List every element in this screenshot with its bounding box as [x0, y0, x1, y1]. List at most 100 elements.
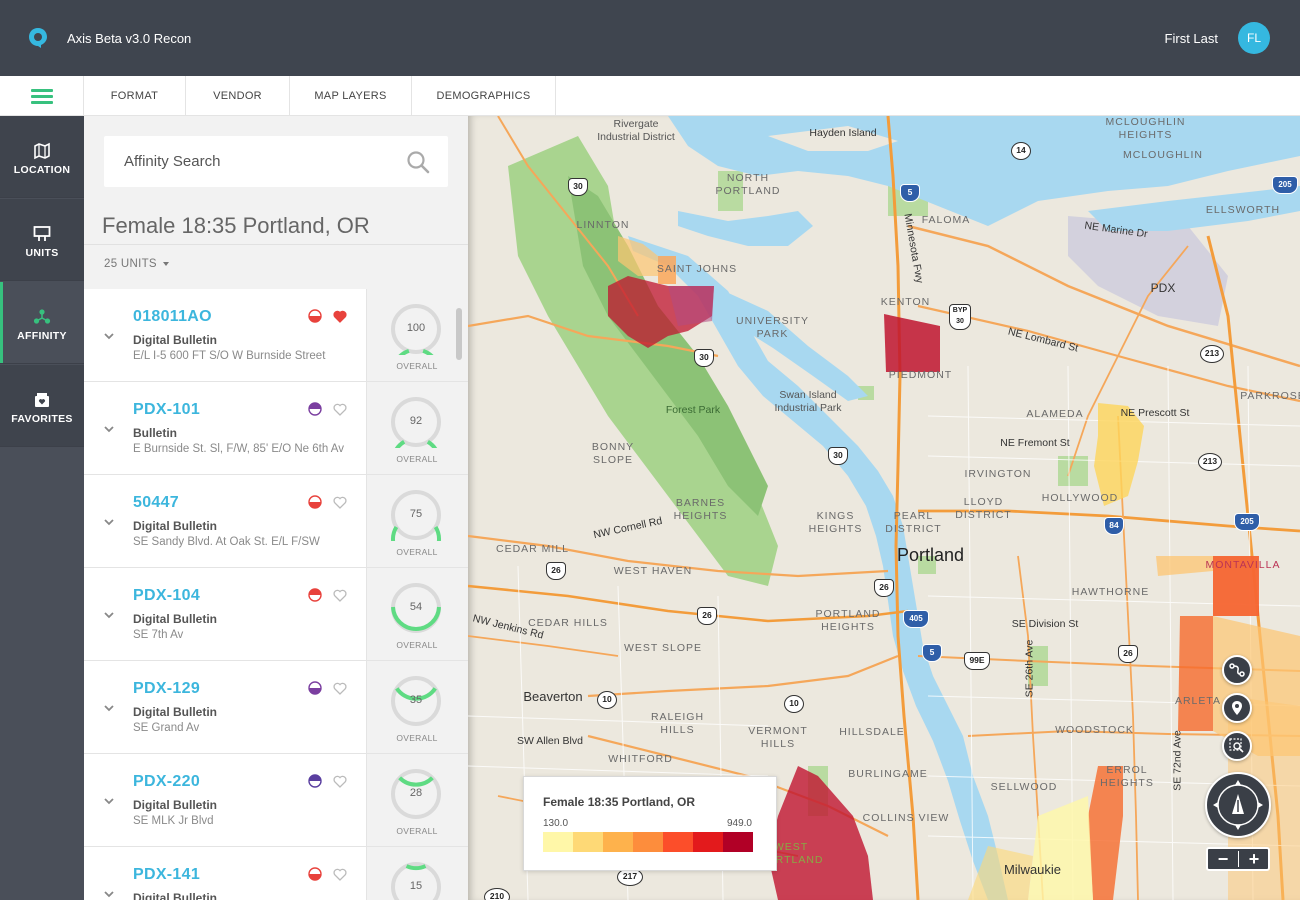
map-label: VERMONT HILLS	[748, 725, 808, 750]
heart-icon[interactable]	[333, 775, 347, 788]
unit-id[interactable]: PDX-129	[133, 680, 200, 698]
unit-id[interactable]: 50447	[133, 494, 179, 512]
caret-down-icon	[162, 261, 169, 266]
units-count-dropdown[interactable]: 25 UNITS	[104, 258, 169, 270]
zoom-out-button[interactable]: −	[1208, 849, 1238, 869]
format-type-icon	[308, 867, 322, 881]
score-label: OVERALL	[396, 826, 438, 836]
highway-shield: 210	[484, 888, 510, 900]
hamburger-icon	[31, 101, 53, 104]
map-label: Forest Park	[665, 404, 721, 416]
menu-demographics[interactable]: DEMOGRAPHICS	[412, 76, 556, 116]
highway-shield: 14	[1011, 142, 1031, 160]
list-item[interactable]: 018011AO Digital Bulletin E/L I-5 600 FT S…	[84, 289, 468, 382]
chevron-down-icon[interactable]	[104, 889, 114, 899]
logo-icon[interactable]	[28, 27, 48, 49]
hamburger-menu-button[interactable]	[0, 76, 84, 116]
chevron-down-icon[interactable]	[104, 424, 114, 434]
map-label: BONNY SLOPE	[591, 441, 635, 466]
highway-shield: 26	[874, 579, 894, 597]
heart-icon[interactable]	[333, 310, 347, 323]
area-search-button[interactable]	[1222, 731, 1252, 761]
highway-shield: 213	[1200, 345, 1224, 363]
legend-min: 130.0	[543, 818, 569, 829]
heart-icon[interactable]	[333, 868, 347, 881]
legend-swatch	[693, 832, 723, 852]
chevron-down-icon[interactable]	[104, 331, 114, 341]
map-label: BARNES HEIGHTS	[673, 497, 728, 522]
score-cell: 15OVERALL	[366, 847, 468, 900]
list-item[interactable]: PDX-101 Bulletin E Burnside St. Sl, F/W, 8…	[84, 382, 468, 475]
map-label: MONTAVILLA	[1205, 559, 1281, 571]
location-pin-icon	[1232, 701, 1242, 715]
map-label: ALAMEDA	[1026, 408, 1084, 420]
scrollbar[interactable]	[456, 308, 462, 360]
unit-id[interactable]: PDX-220	[133, 773, 200, 791]
zoom-in-button[interactable]: +	[1239, 849, 1269, 869]
unit-id[interactable]: PDX-101	[133, 401, 200, 419]
sidebar-item-affinity[interactable]: AFFINITY	[0, 282, 84, 364]
list-item[interactable]: PDX-220 Digital Bulletin SE MLK Jr Blvd 28 O…	[84, 754, 468, 847]
sidebar-item-location[interactable]: LOCATION	[0, 116, 84, 198]
heart-icon[interactable]	[333, 682, 347, 695]
score-cell: 28 OVERALL	[366, 754, 468, 846]
map-label: SAINT JOHNS	[656, 263, 738, 275]
unit-location: E Burnside St. Sl, F/W, 85' E/O Ne 6th A…	[133, 443, 344, 455]
map-label: NE Prescott St	[1120, 407, 1190, 419]
format-type-icon	[308, 495, 322, 509]
menu-map-layers[interactable]: MAP LAYERS	[290, 76, 412, 116]
user-name[interactable]: First Last	[1165, 31, 1218, 46]
heart-icon[interactable]	[333, 589, 347, 602]
map-label: HILLSDALE	[839, 726, 905, 738]
map-label: Swan Island Industrial Park	[774, 389, 842, 414]
list-item[interactable]: PDX-129 Digital Bulletin SE Grand Av 35 OVER…	[84, 661, 468, 754]
search-input[interactable]	[124, 136, 394, 187]
map-label: NE Fremont St	[1000, 437, 1070, 449]
unit-location: SE Sandy Blvd. At Oak St. E/L F/SW	[133, 536, 320, 548]
chevron-down-icon[interactable]	[104, 796, 114, 806]
map-view[interactable]: Rivergate Industrial District Hayden Isl…	[468, 116, 1300, 900]
highway-shield: 30	[828, 447, 848, 465]
heart-icon[interactable]	[333, 496, 347, 509]
search-box	[104, 136, 448, 187]
highway-shield: 405	[903, 610, 929, 628]
map-label: MCLOUGHLIN	[1123, 149, 1204, 161]
map-icon	[34, 142, 50, 160]
map-label: ARLETA	[1174, 695, 1222, 707]
list-item[interactable]: PDX-104 Digital Bulletin SE 7th Av 54 OVERAL…	[84, 568, 468, 661]
avatar[interactable]: FL	[1238, 22, 1270, 54]
route-button[interactable]	[1222, 655, 1252, 685]
sidebar-item-favorites[interactable]: FAVORITES	[0, 365, 84, 447]
zoom-control: − +	[1206, 847, 1270, 871]
list-item[interactable]: 50447 Digital Bulletin SE Sandy Blvd. At O…	[84, 475, 468, 568]
search-icon[interactable]	[406, 150, 430, 174]
highway-shield: 26	[697, 607, 717, 625]
chevron-down-icon[interactable]	[104, 517, 114, 527]
menu-vendor[interactable]: VENDOR	[186, 76, 290, 116]
compass-control[interactable]	[1205, 772, 1271, 838]
list-item[interactable]: PDX-141 Digital Bulletin 15OVERALL	[84, 847, 468, 900]
map-label: SELLWOOD	[990, 781, 1058, 793]
unit-id[interactable]: 018011AO	[133, 308, 212, 326]
score-value: 100	[406, 322, 426, 334]
score-label: OVERALL	[396, 640, 438, 650]
unit-id[interactable]: PDX-141	[133, 866, 200, 884]
unit-type: Digital Bulletin	[133, 333, 217, 347]
highway-shield: 213	[1198, 453, 1222, 471]
heart-icon[interactable]	[333, 403, 347, 416]
map-label: PEARL DISTRICT	[885, 510, 942, 535]
map-label: CEDAR MILL	[495, 543, 569, 555]
map-label: WEST HAVEN	[613, 565, 693, 577]
unit-type: Digital Bulletin	[133, 705, 217, 719]
chevron-down-icon[interactable]	[104, 610, 114, 620]
chevron-down-icon[interactable]	[104, 703, 114, 713]
sidebar-item-units[interactable]: UNITS	[0, 199, 84, 281]
location-pin-button[interactable]	[1222, 693, 1252, 723]
map-label: COLLINS VIEW	[862, 812, 950, 824]
map-legend: Female 18:35 Portland, OR 130.0 949.0	[523, 776, 777, 871]
legend-swatch	[603, 832, 633, 852]
menu-format[interactable]: FORMAT	[84, 76, 186, 116]
map-label: PDX	[1150, 281, 1176, 295]
unit-id[interactable]: PDX-104	[133, 587, 200, 605]
results-panel: Female 18:35 Portland, OR 25 UNITS 01801…	[84, 116, 468, 900]
